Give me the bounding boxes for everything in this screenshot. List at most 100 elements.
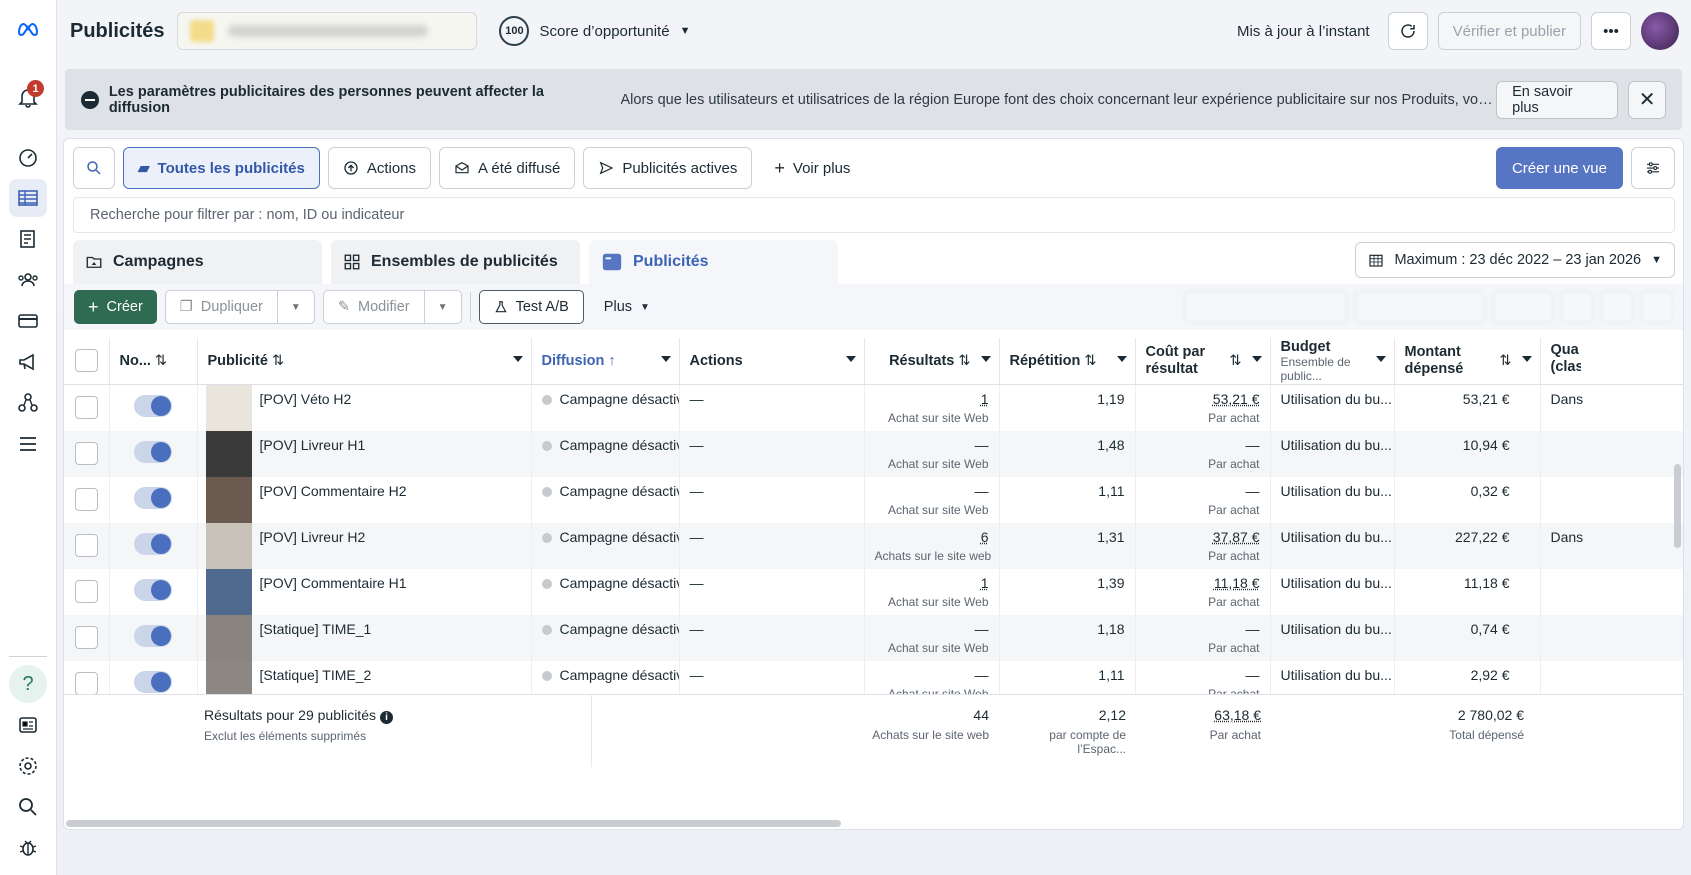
row-checkbox[interactable] <box>74 579 98 603</box>
ad-name-cell[interactable]: [POV] Véto H2 <box>197 384 532 431</box>
ad-on-off-toggle[interactable] <box>134 440 172 463</box>
ad-name[interactable]: [POV] Commentaire H2 <box>260 483 407 499</box>
ad-name-cell[interactable]: [POV] Commentaire H2 <box>197 476 532 523</box>
tab-adsets[interactable]: Ensembles de publicités <box>331 240 580 284</box>
gauge-dashboard-icon[interactable] <box>9 138 47 176</box>
all-tools-menu-icon[interactable] <box>9 425 47 463</box>
edit-button[interactable]: ✎ Modifier <box>324 291 425 323</box>
ad-name-cell[interactable]: [POV] Livreur H1 <box>197 430 532 477</box>
column-header-budget[interactable]: Budget Ensemble de public... <box>1270 338 1395 385</box>
vertical-scrollbar[interactable] <box>1674 464 1681 548</box>
ad-name[interactable]: [POV] Livreur H1 <box>260 437 366 453</box>
news-feed-icon[interactable] <box>9 706 47 744</box>
table-row[interactable]: [POV] Commentaire H1 Campagne désactiv —… <box>64 568 1683 615</box>
column-header-results[interactable]: Résultats ⇅ <box>864 338 1000 385</box>
billing-card-icon[interactable] <box>9 302 47 340</box>
breakdown-selector-blurred[interactable] <box>1355 291 1485 323</box>
settings-gear-icon[interactable] <box>9 747 47 785</box>
edit-dropdown[interactable]: ▼ <box>425 291 461 323</box>
row-checkbox[interactable] <box>74 487 98 511</box>
column-menu-icon[interactable] <box>512 356 523 362</box>
column-header-repetition[interactable]: Répétition ⇅ <box>999 338 1136 385</box>
audiences-people-icon[interactable] <box>9 261 47 299</box>
banner-close-button[interactable]: ✕ <box>1628 80 1666 119</box>
column-menu-icon[interactable] <box>1116 356 1127 362</box>
filter-delivered[interactable]: A été diffusé <box>439 147 576 189</box>
ads-manager-table-icon[interactable] <box>9 179 47 217</box>
ad-name[interactable]: [Statique] TIME_1 <box>260 621 372 637</box>
search-icon[interactable] <box>9 788 47 826</box>
meta-logo-icon[interactable] <box>9 10 47 48</box>
ad-on-off-toggle[interactable] <box>134 532 172 555</box>
create-view-button[interactable]: Créer une vue <box>1495 147 1623 189</box>
tab-ads[interactable]: Publicités <box>589 240 838 284</box>
row-checkbox[interactable] <box>74 395 98 419</box>
column-menu-icon[interactable] <box>660 356 671 362</box>
table-row[interactable]: [POV] Livreur H1 Campagne désactiv — — Ac… <box>64 430 1683 477</box>
create-button[interactable]: + Créer <box>74 290 157 324</box>
bug-report-icon[interactable] <box>9 829 47 867</box>
ad-name-cell[interactable]: [POV] Commentaire H1 <box>197 568 532 615</box>
ad-name-cell[interactable]: [Statique] TIME_1 <box>197 614 532 661</box>
table-row[interactable]: [POV] Commentaire H2 Campagne désactiv —… <box>64 476 1683 523</box>
view-settings-button[interactable] <box>1631 147 1675 189</box>
search-input[interactable]: Recherche pour filtrer par : nom, ID ou … <box>73 197 1675 233</box>
refresh-button[interactable] <box>1387 12 1428 50</box>
help-question-icon[interactable]: ? <box>9 665 47 703</box>
filter-all-ads[interactable]: ▰ Toutes les publicités <box>123 147 320 189</box>
notifications-bell-icon[interactable]: 1 <box>9 78 47 116</box>
column-menu-icon[interactable] <box>845 356 856 362</box>
ad-on-off-toggle[interactable] <box>134 624 172 647</box>
ad-name-cell[interactable]: [POV] Livreur H2 <box>197 522 532 569</box>
more-actions-button[interactable]: Plus ▼ <box>592 290 662 324</box>
column-menu-icon[interactable] <box>1521 356 1532 362</box>
reports-pages-icon[interactable] <box>9 220 47 258</box>
tab-campaigns[interactable]: Campagnes <box>73 240 322 284</box>
row-checkbox[interactable] <box>74 625 98 649</box>
row-checkbox[interactable] <box>74 441 98 465</box>
filter-actions[interactable]: Actions <box>327 147 432 189</box>
ad-on-off-toggle[interactable] <box>134 578 172 601</box>
column-header-ad[interactable]: Publicité ⇅ <box>197 338 532 385</box>
select-all-checkbox[interactable] <box>74 349 98 373</box>
column-header-onoff[interactable]: No... ⇅ <box>109 338 198 385</box>
ab-test-button[interactable]: Test A/B <box>478 290 584 324</box>
expand-button-blurred[interactable] <box>1641 291 1673 323</box>
export-button-blurred[interactable] <box>1561 291 1593 323</box>
events-manager-network-icon[interactable] <box>9 384 47 422</box>
ad-on-off-toggle[interactable] <box>134 486 172 509</box>
column-header-amount-spent[interactable]: Montant dépensé ⇅ <box>1394 338 1541 385</box>
search-toggle-button[interactable] <box>73 147 115 189</box>
campaign-megaphone-icon[interactable] <box>9 343 47 381</box>
review-publish-button[interactable]: Vérifier et publier <box>1437 12 1581 50</box>
ad-name[interactable]: [POV] Véto H2 <box>260 391 352 407</box>
column-header-cost-per-result[interactable]: Coût par résultat ⇅ <box>1135 338 1271 385</box>
date-range-picker[interactable]: Maximum : 23 déc 2022 – 23 jan 2026 ▼ <box>1355 242 1675 278</box>
table-row[interactable]: [POV] Livreur H2 Campagne désactiv — 6 Ac… <box>64 522 1683 569</box>
more-options-button[interactable]: ••• <box>1591 12 1631 50</box>
horizontal-scrollbar[interactable] <box>66 820 841 827</box>
column-menu-icon[interactable] <box>1251 356 1262 362</box>
ad-account-selector[interactable] <box>177 12 478 50</box>
ad-on-off-toggle[interactable] <box>134 394 172 417</box>
columns-selector-blurred[interactable] <box>1184 291 1347 323</box>
column-menu-icon[interactable] <box>980 356 991 362</box>
user-avatar[interactable] <box>1641 12 1679 50</box>
ad-on-off-toggle[interactable] <box>134 670 172 693</box>
duplicate-button[interactable]: ❐ Dupliquer <box>166 291 278 323</box>
ad-name[interactable]: [POV] Commentaire H1 <box>260 575 407 591</box>
ad-name[interactable]: [Statique] TIME_2 <box>260 667 372 683</box>
chart-button-blurred[interactable] <box>1601 291 1633 323</box>
row-checkbox[interactable] <box>74 533 98 557</box>
table-row[interactable]: [POV] Véto H2 Campagne désactiv — 1 Achat… <box>64 384 1683 431</box>
column-menu-icon[interactable] <box>1375 356 1386 362</box>
see-more-filters[interactable]: + Voir plus <box>760 147 864 189</box>
filter-active-ads[interactable]: Publicités actives <box>583 147 753 189</box>
ad-name[interactable]: [POV] Livreur H2 <box>260 529 366 545</box>
table-row[interactable]: [Statique] TIME_1 Campagne désactiv — — A… <box>64 614 1683 661</box>
info-icon[interactable]: i <box>380 711 393 724</box>
duplicate-dropdown[interactable]: ▼ <box>278 291 314 323</box>
column-header-actions[interactable]: Actions <box>679 338 865 385</box>
opportunity-score[interactable]: 100 Score d’opportunité ▼ <box>499 16 690 46</box>
reports-selector-blurred[interactable] <box>1493 291 1553 323</box>
